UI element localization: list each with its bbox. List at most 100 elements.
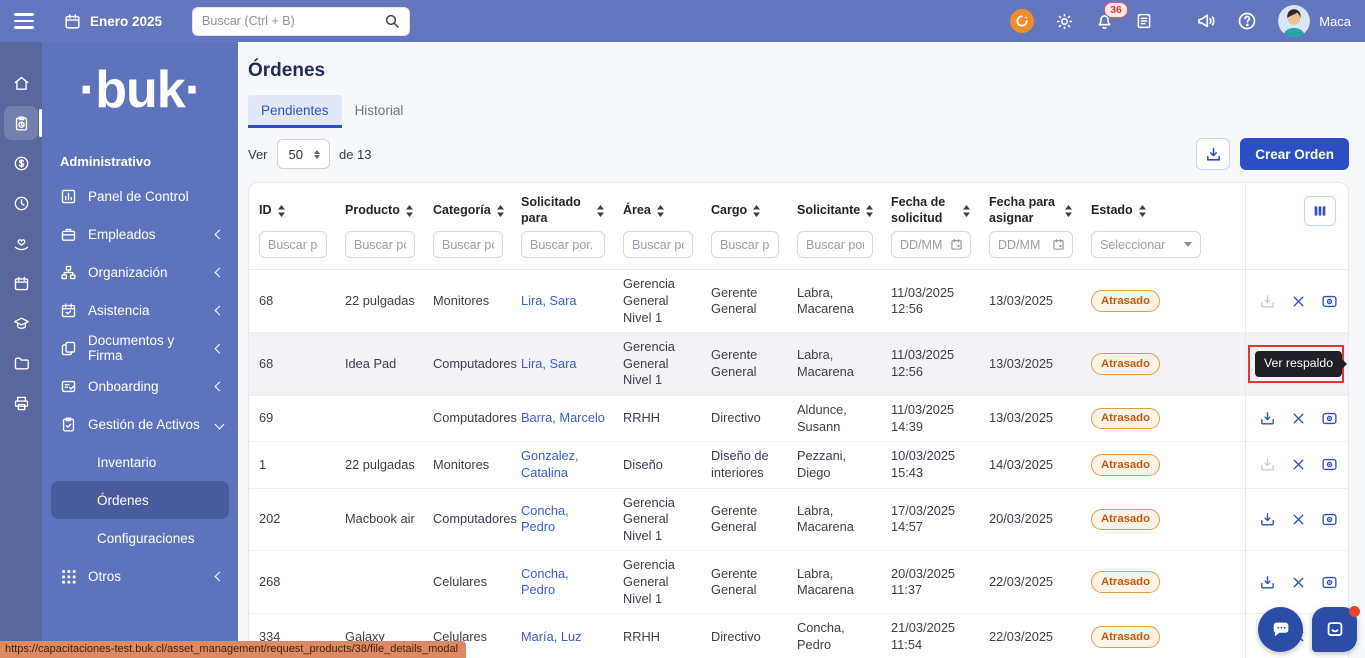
topbar-right: 36 Maca <box>1010 1 1351 37</box>
rail-item-tiempo[interactable] <box>4 186 38 220</box>
sort-icon[interactable] <box>865 204 874 217</box>
solicitado-para-link[interactable]: Barra, Marcelo <box>521 410 605 425</box>
feedback-chat-button[interactable] <box>1258 607 1303 652</box>
col-header[interactable]: Categoría <box>423 183 511 228</box>
cancel-order-button[interactable] <box>1290 574 1307 591</box>
notifications-bell-icon[interactable]: 36 <box>1095 1 1128 31</box>
solicitado-para-link[interactable]: Lira, Sara <box>521 293 576 308</box>
create-order-button[interactable]: Crear Orden <box>1240 138 1349 170</box>
rail-item-capacitacion[interactable] <box>4 306 38 340</box>
sidebar-subitem-órdenes[interactable]: Órdenes <box>51 481 229 519</box>
buk-logo: ·buk· <box>78 61 202 119</box>
rail-item-beneficios[interactable] <box>4 226 38 260</box>
filter-input-solicitado para[interactable] <box>521 231 605 259</box>
view-backup-button[interactable] <box>1321 574 1338 591</box>
sort-icon[interactable] <box>752 204 761 217</box>
solicitado-para-link[interactable]: María, Luz <box>521 629 581 644</box>
col-header[interactable]: Cargo <box>701 183 787 228</box>
col-header[interactable]: Solicitado para <box>511 183 613 228</box>
sort-icon[interactable] <box>496 204 505 217</box>
view-backup-button[interactable] <box>1321 410 1338 427</box>
status-badge: Atrasado <box>1091 407 1160 430</box>
buk-apps-icon[interactable] <box>1010 9 1035 33</box>
filter-input-solicitante[interactable] <box>797 231 873 259</box>
rail-item-espacios[interactable] <box>4 386 38 420</box>
news-document-icon[interactable] <box>1135 12 1153 30</box>
solicitado-para-link[interactable]: Lira, Sara <box>521 356 576 371</box>
solicitado-para-link[interactable]: Gonzalez, Catalina <box>521 448 579 480</box>
user-avatar[interactable] <box>1278 5 1311 37</box>
search-input[interactable] <box>202 14 385 28</box>
sort-icon[interactable] <box>596 204 605 217</box>
col-header[interactable]: Fecha de solicitud <box>881 183 979 228</box>
rail-item-asset-management[interactable] <box>4 106 42 140</box>
sort-icon[interactable] <box>656 204 665 217</box>
filter-input-cargo[interactable] <box>711 231 779 259</box>
col-header[interactable]: Fecha para asignar <box>979 183 1081 228</box>
solicitado-para-link[interactable]: Concha, Pedro <box>521 503 569 535</box>
filter-date-fecha-de-solicitud[interactable]: DD/MM <box>891 231 971 259</box>
rail-item-home[interactable] <box>4 66 38 100</box>
cancel-order-button[interactable] <box>1290 293 1307 310</box>
menu-icon[interactable] <box>14 13 34 29</box>
sidebar-subitem-configuraciones[interactable]: Configuraciones <box>51 519 229 557</box>
filter-date-fecha-para-asignar[interactable]: DD/MM <box>989 231 1073 259</box>
rail-item-calendario[interactable] <box>4 266 38 300</box>
assign-order-button[interactable] <box>1259 410 1276 427</box>
sidebar-item-0[interactable]: Panel de Control <box>42 177 238 215</box>
sidebar-item-1[interactable]: Empleados <box>42 215 238 253</box>
col-header[interactable]: Área <box>613 183 701 228</box>
col-header[interactable]: Estado <box>1081 183 1245 228</box>
support-chat-button[interactable] <box>1312 606 1360 652</box>
user-name[interactable]: Maca <box>1319 14 1351 29</box>
sidebar-subitem-inventario[interactable]: Inventario <box>51 443 229 481</box>
tab-pendientes[interactable]: Pendientes <box>248 95 342 128</box>
filter-input-producto[interactable] <box>345 231 415 259</box>
sidebar-item-7[interactable]: Otros <box>42 557 238 595</box>
cell-fecha-solicitud: 17/03/2025 14:57 <box>891 502 956 535</box>
cancel-order-button[interactable] <box>1290 410 1307 427</box>
filter-input-id[interactable] <box>259 231 327 259</box>
sort-icon[interactable] <box>962 204 971 217</box>
view-backup-button[interactable] <box>1321 293 1338 310</box>
search-icon[interactable] <box>384 13 400 29</box>
sidebar-item-6[interactable]: Gestión de Activos <box>42 405 238 443</box>
chevron-left-icon <box>214 571 225 581</box>
announcements-megaphone-icon[interactable] <box>1196 11 1216 31</box>
sort-icon[interactable] <box>277 204 286 217</box>
download-button[interactable] <box>1196 138 1231 170</box>
sidebar-item-label: Empleados <box>88 226 156 242</box>
filter-select-estado[interactable]: Seleccionar <box>1091 231 1201 259</box>
assign-order-button[interactable] <box>1259 511 1276 528</box>
settings-gear-icon[interactable] <box>1055 12 1074 31</box>
sort-icon[interactable] <box>1138 204 1147 217</box>
col-header[interactable]: ID <box>249 183 335 228</box>
col-header[interactable]: Solicitante <box>787 183 881 228</box>
filter-input-categoría[interactable] <box>433 231 503 259</box>
rail-item-remuneraciones[interactable] <box>4 146 38 180</box>
filter-cell: DD/MM <box>979 228 1081 271</box>
columns-settings-button[interactable] <box>1304 195 1336 226</box>
sidebar-item-3[interactable]: Asistencia <box>42 291 238 329</box>
period-selector[interactable]: Enero 2025 <box>64 13 162 30</box>
col-header[interactable]: Producto <box>335 183 423 228</box>
tab-historial[interactable]: Historial <box>342 95 417 128</box>
sidebar-item-label: Panel de Control <box>88 188 189 204</box>
view-backup-button[interactable] <box>1321 456 1338 473</box>
solicitado-para-link[interactable]: Concha, Pedro <box>521 566 569 598</box>
rail-item-archivos[interactable] <box>4 346 38 380</box>
view-backup-button[interactable] <box>1321 511 1338 528</box>
sort-icon[interactable] <box>1064 204 1073 217</box>
sort-icon[interactable] <box>405 204 414 217</box>
sidebar-item-2[interactable]: Organización <box>42 253 238 291</box>
sidebar-item-4[interactable]: Documentos y Firma <box>42 329 238 367</box>
assign-order-button[interactable] <box>1259 574 1276 591</box>
global-search[interactable] <box>192 6 411 36</box>
page-size-select[interactable]: 50 <box>276 139 330 169</box>
cancel-order-button[interactable] <box>1290 456 1307 473</box>
filter-input-área[interactable] <box>623 231 693 259</box>
help-icon[interactable] <box>1237 11 1257 31</box>
sidebar-item-5[interactable]: Onboarding <box>42 367 238 405</box>
tray-download-icon <box>1259 456 1276 473</box>
cancel-order-button[interactable] <box>1290 511 1307 528</box>
